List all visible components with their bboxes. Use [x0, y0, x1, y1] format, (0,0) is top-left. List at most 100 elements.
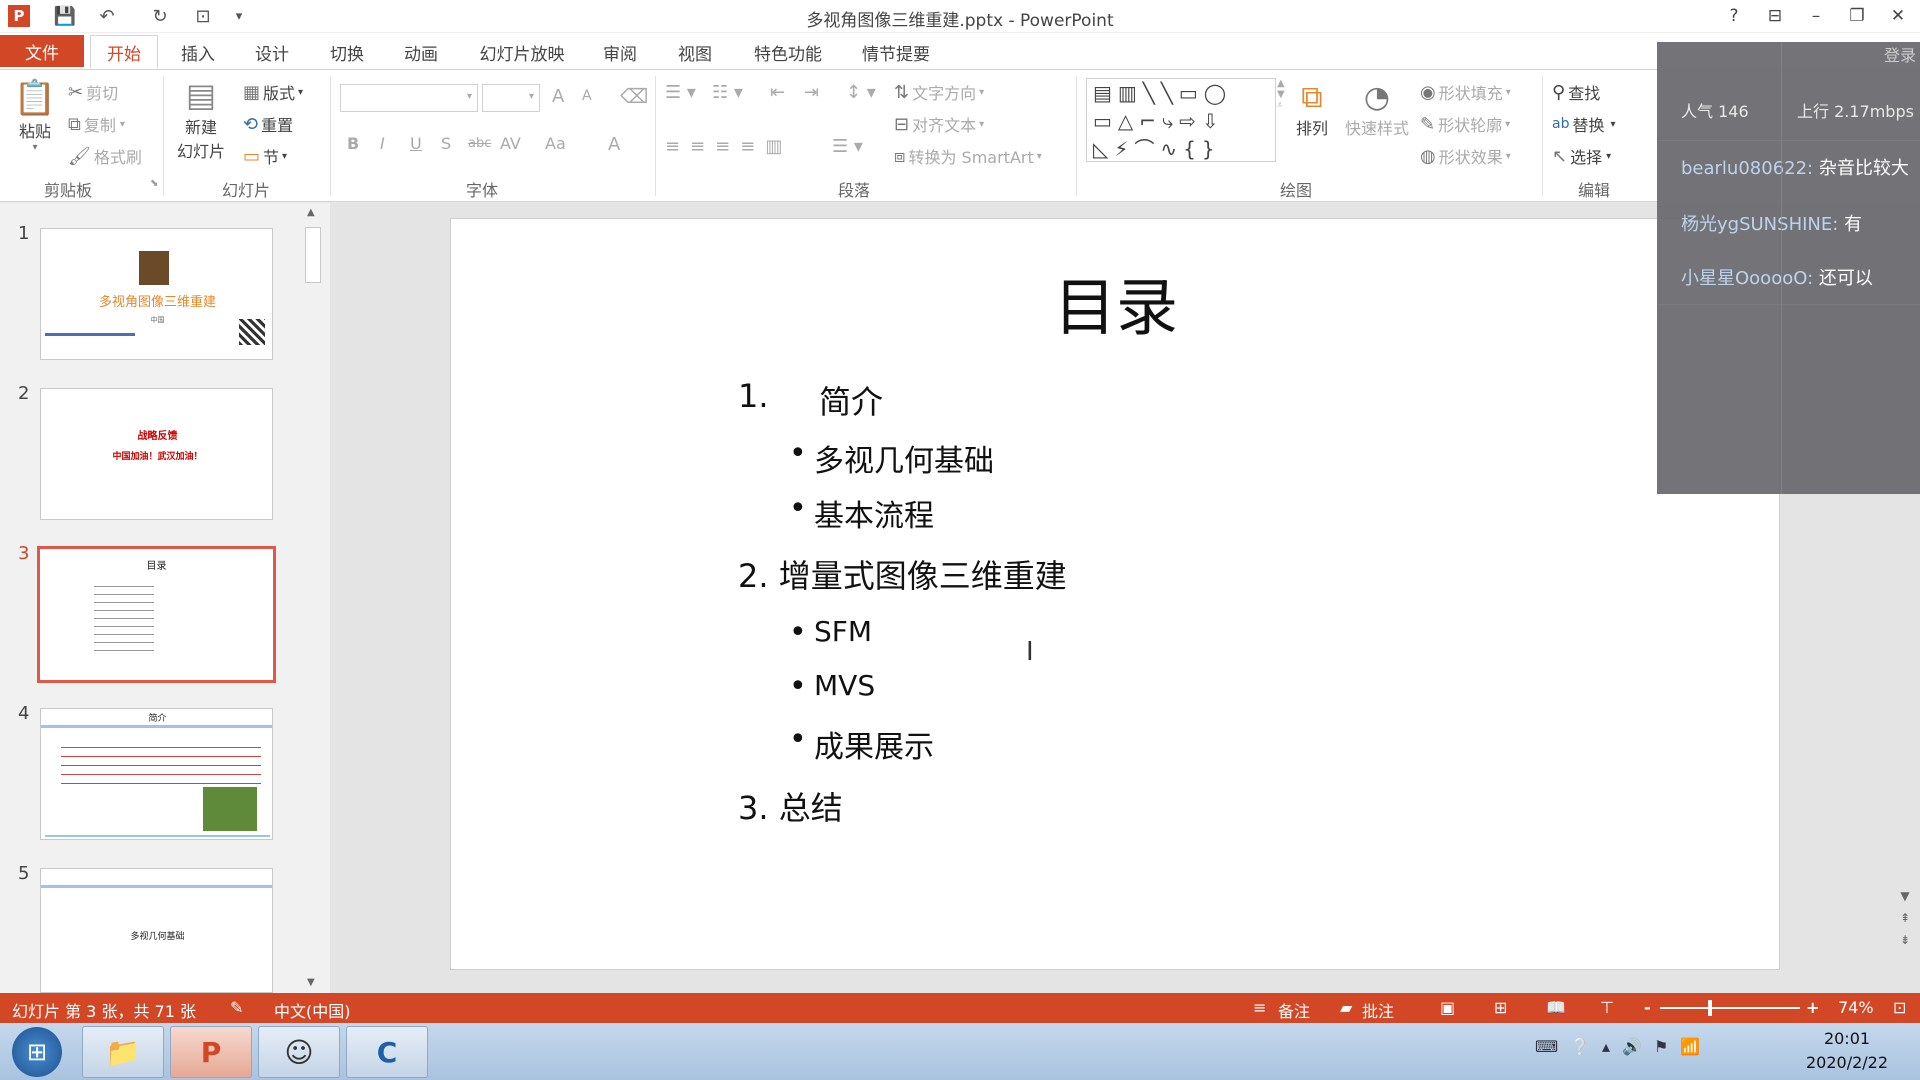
zoom-slider[interactable] [1660, 1000, 1800, 1016]
shapes-gallery-scroll-icon[interactable]: ▲ ▼ ⩡ [1277, 78, 1285, 111]
tab-review[interactable]: 审阅 [594, 35, 646, 69]
list-item-summary[interactable]: 3. 总结 [738, 783, 843, 829]
system-tray-icons[interactable]: ⌨❔▴🔊⚑📶 [1535, 1037, 1712, 1056]
font-size-dropdown[interactable]: ▾ [482, 84, 540, 112]
list-subitem-sfm[interactable]: SFM [814, 615, 872, 648]
tab-transitions[interactable]: 切换 [321, 35, 373, 69]
convert-smartart-button[interactable]: ⧈ 转换为 SmartArt ▾ [894, 144, 1042, 168]
tab-file[interactable]: 文件 [0, 35, 84, 67]
section-button[interactable]: ▭ 节 ▾ [243, 144, 287, 168]
clear-formatting-icon[interactable]: ⌫ [620, 84, 648, 108]
layout-button[interactable]: ▦ 版式 ▾ [243, 80, 303, 104]
signin-link[interactable]: 登录 [1657, 42, 1920, 66]
text-direction-button[interactable]: ⇅ 文字方向 ▾ [894, 80, 984, 104]
zoom-in-button[interactable]: + [1806, 998, 1819, 1017]
list-subitem-multiview-geometry[interactable]: 多视几何基础 [814, 436, 994, 480]
shape-outline-button[interactable]: ✎ 形状轮廓 ▾ [1420, 112, 1510, 136]
reset-button[interactable]: ⟲ 重置 [243, 112, 293, 136]
copy-button[interactable]: ⧉ 复制 ▾ [68, 112, 125, 136]
tab-home[interactable]: 开始 [90, 35, 158, 69]
slide-title[interactable]: 目录 [451, 257, 1781, 347]
minimize-button[interactable]: – [1799, 4, 1833, 28]
list-subitem-results[interactable]: 成果展示 [814, 722, 934, 766]
paste-button[interactable]: 📋 粘贴 ▾ [14, 78, 56, 153]
comments-button[interactable]: 批注 [1362, 998, 1394, 1022]
close-button[interactable]: ✕ [1881, 4, 1915, 28]
notes-icon[interactable]: ≡ [1253, 998, 1266, 1017]
find-button[interactable]: ⚲ 查找 [1552, 80, 1600, 104]
start-button-icon[interactable]: ⊞ [12, 1027, 62, 1077]
list-subitem-mvs[interactable]: MVS [814, 669, 875, 702]
tab-storyboarding[interactable]: 情节提要 [853, 35, 939, 69]
change-case-button[interactable]: Aa [545, 134, 566, 153]
increase-indent-icon[interactable]: ⇥ [804, 82, 819, 103]
help-button[interactable]: ? [1717, 4, 1751, 28]
character-spacing-button[interactable]: AV [500, 134, 521, 153]
slideshow-view-icon[interactable]: ⊤ [1600, 998, 1614, 1017]
clock-time[interactable]: 20:01 [1792, 1029, 1902, 1048]
bold-button[interactable]: B [347, 134, 359, 153]
numbering-icon[interactable]: ☷ ▾ [712, 82, 743, 103]
font-family-dropdown[interactable]: ▾ [340, 84, 478, 112]
tab-design[interactable]: 设计 [246, 35, 298, 69]
slide-thumbnail-4[interactable]: 简介 [40, 708, 273, 840]
tab-special-features[interactable]: 特色功能 [745, 35, 831, 69]
shapes-gallery[interactable]: ▤▥╲╲▭◯ ▭△⌐⤷⇨⇩ ◺⚡⌒∿{} [1086, 78, 1276, 162]
zoom-out-button[interactable]: - [1644, 998, 1651, 1017]
slide-thumbnail-2[interactable]: 战略反馈 中国加油！武汉加油！ [40, 388, 273, 520]
tab-view[interactable]: 视图 [669, 35, 721, 69]
slide-thumbnail-5[interactable]: 多视几何基础 [40, 868, 273, 993]
cut-button[interactable]: ✂ 剪切 [68, 80, 118, 104]
list-item-intro[interactable]: 简介 [819, 377, 883, 423]
slide-scroll-arrows[interactable]: ▼ ⇞ ⇟ [1895, 885, 1915, 985]
current-slide[interactable]: 目录 1. 简介 • 多视几何基础 • 基本流程 2. 增量式图像三维重建 • … [450, 218, 1780, 970]
replace-button[interactable]: ab 替换 ▾ [1552, 112, 1616, 136]
new-slide-button[interactable]: ▤ 新建 幻灯片 [171, 76, 231, 162]
spell-check-icon[interactable]: ✎ [230, 998, 243, 1017]
ribbon-display-options-button[interactable]: ⊟ [1758, 4, 1792, 28]
powerpoint-taskbar-icon[interactable]: P [170, 1026, 252, 1078]
bullets-icon[interactable]: ☰ ▾ [665, 82, 696, 103]
slide-sorter-view-icon[interactable]: ⊞ [1494, 998, 1507, 1017]
shape-fill-button[interactable]: ◉ 形状填充 ▾ [1420, 80, 1511, 104]
recorder-app-icon[interactable]: C [346, 1026, 428, 1078]
thumbnail-scrollbar[interactable]: ▲ ▼ [303, 205, 323, 990]
paragraph-align-icons[interactable]: ≡≡≡≡▥ [665, 136, 792, 157]
columns-icon[interactable]: ☰ ▾ [832, 136, 863, 157]
underline-button[interactable]: U [410, 134, 422, 153]
zoom-slider-thumb[interactable] [1708, 1000, 1712, 1016]
zoom-level[interactable]: 74% [1838, 998, 1874, 1017]
arrange-button[interactable]: ⧉ 排列 [1290, 80, 1334, 139]
list-subitem-basic-pipeline[interactable]: 基本流程 [814, 491, 934, 535]
slide-thumbnail-3[interactable]: 目录 [37, 546, 276, 683]
decrease-indent-icon[interactable]: ⇤ [770, 82, 785, 103]
clipboard-dialog-launcher-icon[interactable]: ⬊ [150, 178, 158, 189]
comments-icon[interactable]: ▰ [1340, 998, 1352, 1017]
restore-button[interactable]: ❐ [1840, 4, 1874, 28]
scrollbar-thumb[interactable] [305, 227, 321, 283]
tab-insert[interactable]: 插入 [172, 35, 224, 69]
notes-button[interactable]: 备注 [1278, 998, 1310, 1022]
clock-date[interactable]: 2020/2/22 [1792, 1053, 1902, 1072]
quick-styles-button[interactable]: ◔ 快速样式 [1342, 80, 1412, 139]
shrink-font-button[interactable]: A [582, 88, 592, 104]
language-indicator[interactable]: 中文(中国) [274, 998, 351, 1022]
strikethrough-button[interactable]: abc [468, 136, 491, 151]
fit-slide-icon[interactable]: ⊡ [1893, 998, 1906, 1017]
shape-effects-button[interactable]: ◍ 形状效果 ▾ [1420, 144, 1511, 168]
format-painter-button[interactable]: 🖌 格式刷 [68, 144, 142, 168]
grow-font-button[interactable]: A [552, 86, 564, 107]
line-spacing-icon[interactable]: ↕ ▾ [846, 82, 876, 103]
list-item-incremental-reconstruction[interactable]: 2. 增量式图像三维重建 [738, 551, 1067, 597]
select-button[interactable]: ↖ 选择 ▾ [1552, 144, 1611, 168]
slide-thumbnail-1[interactable]: 多视角图像三维重建 中国 [40, 228, 273, 360]
reading-view-icon[interactable]: 📖 [1546, 998, 1566, 1017]
file-explorer-icon[interactable]: 📁 [82, 1026, 164, 1078]
live-app-icon[interactable]: ☺ [258, 1026, 340, 1078]
align-text-button[interactable]: ⊟ 对齐文本 ▾ [894, 112, 984, 136]
tab-animations[interactable]: 动画 [395, 35, 447, 69]
tab-slideshow[interactable]: 幻灯片放映 [470, 35, 574, 69]
normal-view-icon[interactable]: ▣ [1440, 998, 1455, 1017]
text-shadow-button[interactable]: S [441, 134, 451, 153]
font-color-button[interactable]: A [608, 134, 620, 155]
